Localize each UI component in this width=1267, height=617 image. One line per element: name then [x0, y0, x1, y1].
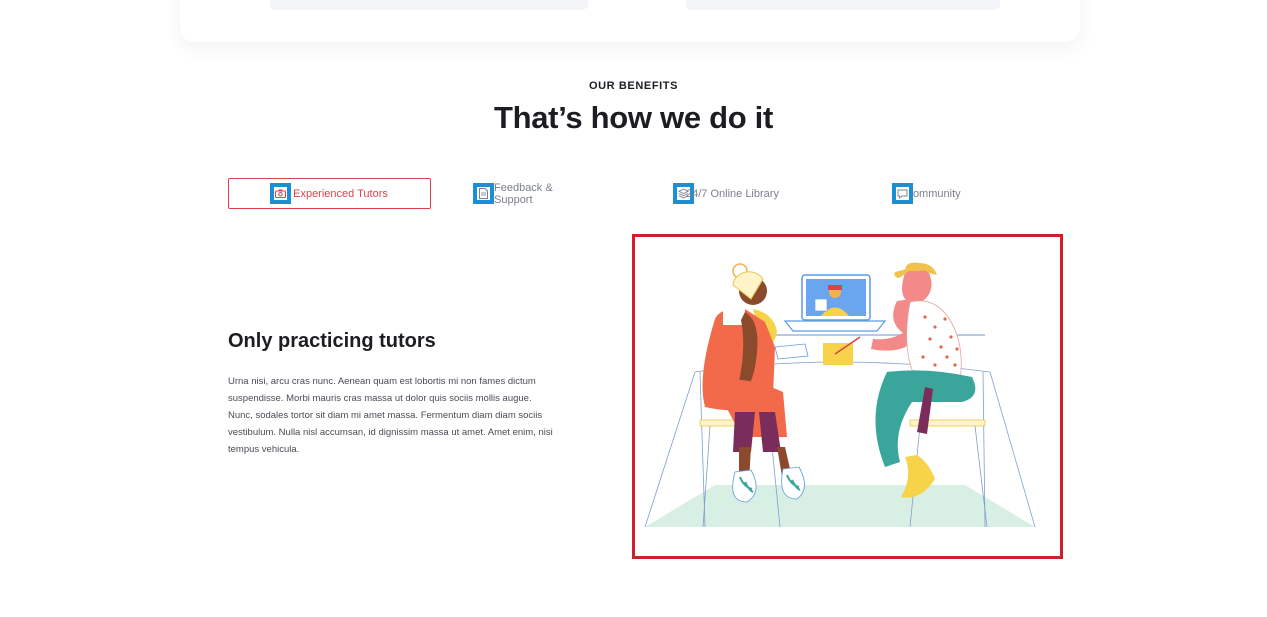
- tab-online-library[interactable]: 24/7 Online Library: [673, 178, 793, 209]
- top-card-left: [270, 0, 588, 10]
- top-card-right: [686, 0, 1000, 10]
- tab-label: Community: [905, 187, 961, 200]
- camera-icon: [270, 183, 292, 204]
- tab-label: 24/7 Online Library: [686, 187, 779, 200]
- tab-label: Experienced Tutors: [293, 187, 388, 200]
- document-icon: [473, 183, 494, 204]
- tab-label: Feedback & Support: [494, 181, 553, 206]
- tab-experienced-tutors[interactable]: Experienced Tutors: [228, 178, 431, 209]
- tab-community[interactable]: Community: [892, 178, 977, 209]
- content-title: Only practicing tutors: [228, 330, 436, 352]
- tutoring-illustration-art: [644, 262, 1036, 528]
- chat-icon: [892, 183, 913, 204]
- content-body: Urna nisi, arcu cras nunc. Aenean quam e…: [228, 376, 553, 455]
- section-headline: That’s how we do it: [493, 100, 774, 135]
- section-eyebrow: OUR BENEFITS: [588, 80, 679, 92]
- tutoring-illustration: [632, 234, 1063, 559]
- tab-feedback-support[interactable]: Feedback & Support: [473, 178, 591, 209]
